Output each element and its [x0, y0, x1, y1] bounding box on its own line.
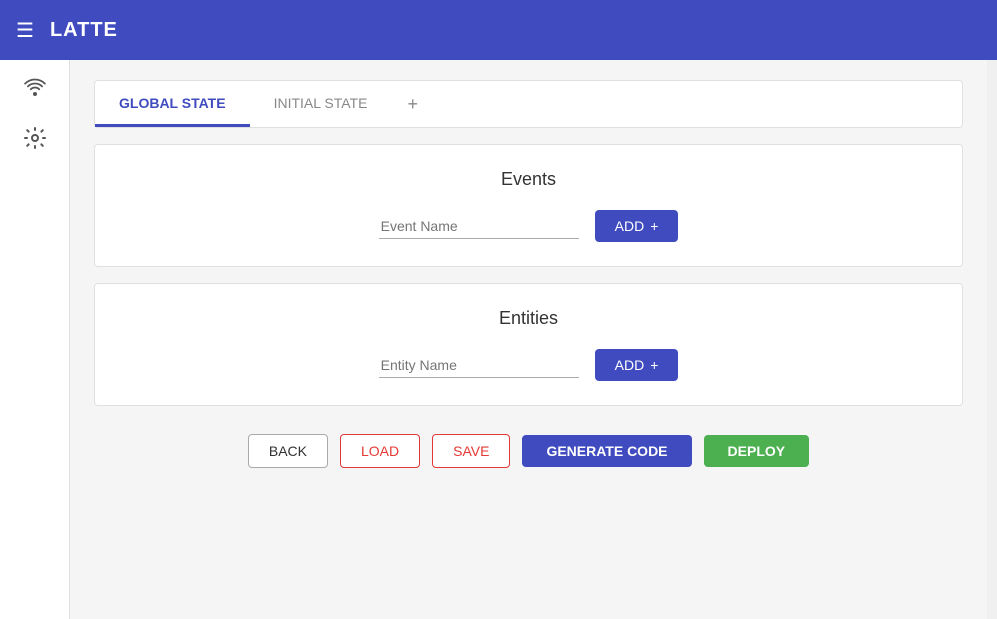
tab-global-state[interactable]: GLOBAL STATE: [95, 81, 250, 127]
generate-code-button[interactable]: GENERATE CODE: [522, 435, 691, 467]
events-title: Events: [119, 169, 938, 190]
wifi-icon[interactable]: [23, 76, 47, 102]
event-name-input[interactable]: [379, 214, 579, 239]
tab-initial-state[interactable]: INITIAL STATE: [250, 81, 392, 127]
entities-add-button[interactable]: ADD +: [595, 349, 679, 381]
load-button[interactable]: LOAD: [340, 434, 420, 468]
entity-name-input[interactable]: [379, 353, 579, 378]
app-title: LATTE: [50, 19, 118, 42]
app-header: ☰ LATTE: [0, 0, 997, 60]
deploy-button[interactable]: DEPLOY: [704, 435, 810, 467]
main-layout: GLOBAL STATE INITIAL STATE + Events ADD …: [0, 60, 997, 619]
tabs-container: GLOBAL STATE INITIAL STATE +: [94, 80, 963, 128]
entities-add-label: ADD: [615, 357, 645, 373]
back-button[interactable]: BACK: [248, 434, 328, 468]
bottom-toolbar: BACK LOAD SAVE GENERATE CODE DEPLOY: [94, 422, 963, 476]
entities-title: Entities: [119, 308, 938, 329]
content-area: GLOBAL STATE INITIAL STATE + Events ADD …: [70, 60, 987, 619]
scrollbar[interactable]: [987, 60, 997, 619]
tab-add[interactable]: +: [391, 81, 434, 127]
events-card: Events ADD +: [94, 144, 963, 267]
events-add-icon: +: [650, 218, 658, 234]
events-add-button[interactable]: ADD +: [595, 210, 679, 242]
entities-row: ADD +: [119, 349, 938, 381]
entities-card: Entities ADD +: [94, 283, 963, 406]
events-add-label: ADD: [615, 218, 645, 234]
save-button[interactable]: SAVE: [432, 434, 510, 468]
menu-icon[interactable]: ☰: [16, 18, 34, 43]
sidebar: [0, 60, 70, 619]
entities-add-icon: +: [650, 357, 658, 373]
events-row: ADD +: [119, 210, 938, 242]
gear-icon[interactable]: [23, 126, 47, 156]
